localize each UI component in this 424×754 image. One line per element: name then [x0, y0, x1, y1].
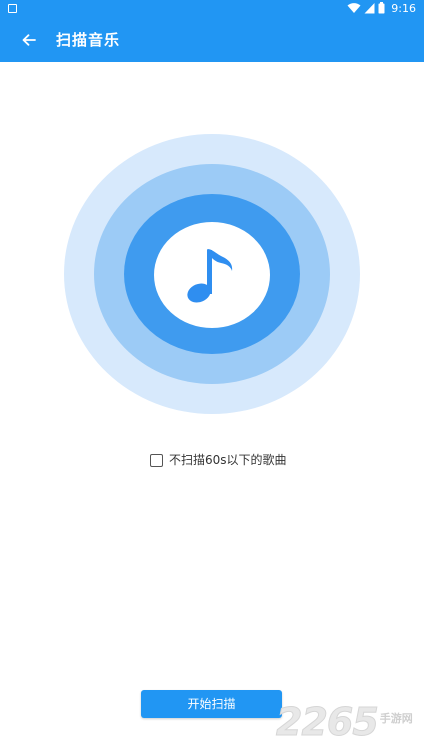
- cell-signal-icon: [364, 2, 375, 17]
- music-note-icon: [187, 249, 233, 303]
- back-button[interactable]: [14, 26, 44, 54]
- page-title: 扫描音乐: [56, 31, 121, 49]
- arrow-left-icon: [22, 34, 36, 46]
- wifi-icon: [347, 2, 361, 17]
- skip-short-songs-checkbox[interactable]: [150, 453, 163, 467]
- status-time: 9:16: [391, 2, 416, 15]
- status-icons: 9:16: [347, 1, 416, 17]
- start-scan-button[interactable]: 开始扫描: [141, 690, 282, 718]
- watermark-number: 2265: [276, 700, 380, 745]
- skip-short-songs-label: 不扫描60s以下的歌曲: [169, 453, 287, 467]
- app-header: 9:16 扫描音乐: [0, 0, 424, 62]
- battery-icon: [378, 1, 385, 17]
- skip-short-songs-option[interactable]: 不扫描60s以下的歌曲: [150, 451, 287, 469]
- status-bar: 9:16: [0, 0, 424, 18]
- site-watermark: 2265 手游网: [276, 700, 413, 745]
- watermark-text: 手游网: [379, 712, 413, 725]
- scan-center: [154, 222, 270, 328]
- app-notification-icon: [8, 4, 17, 13]
- toolbar: 扫描音乐: [0, 18, 424, 62]
